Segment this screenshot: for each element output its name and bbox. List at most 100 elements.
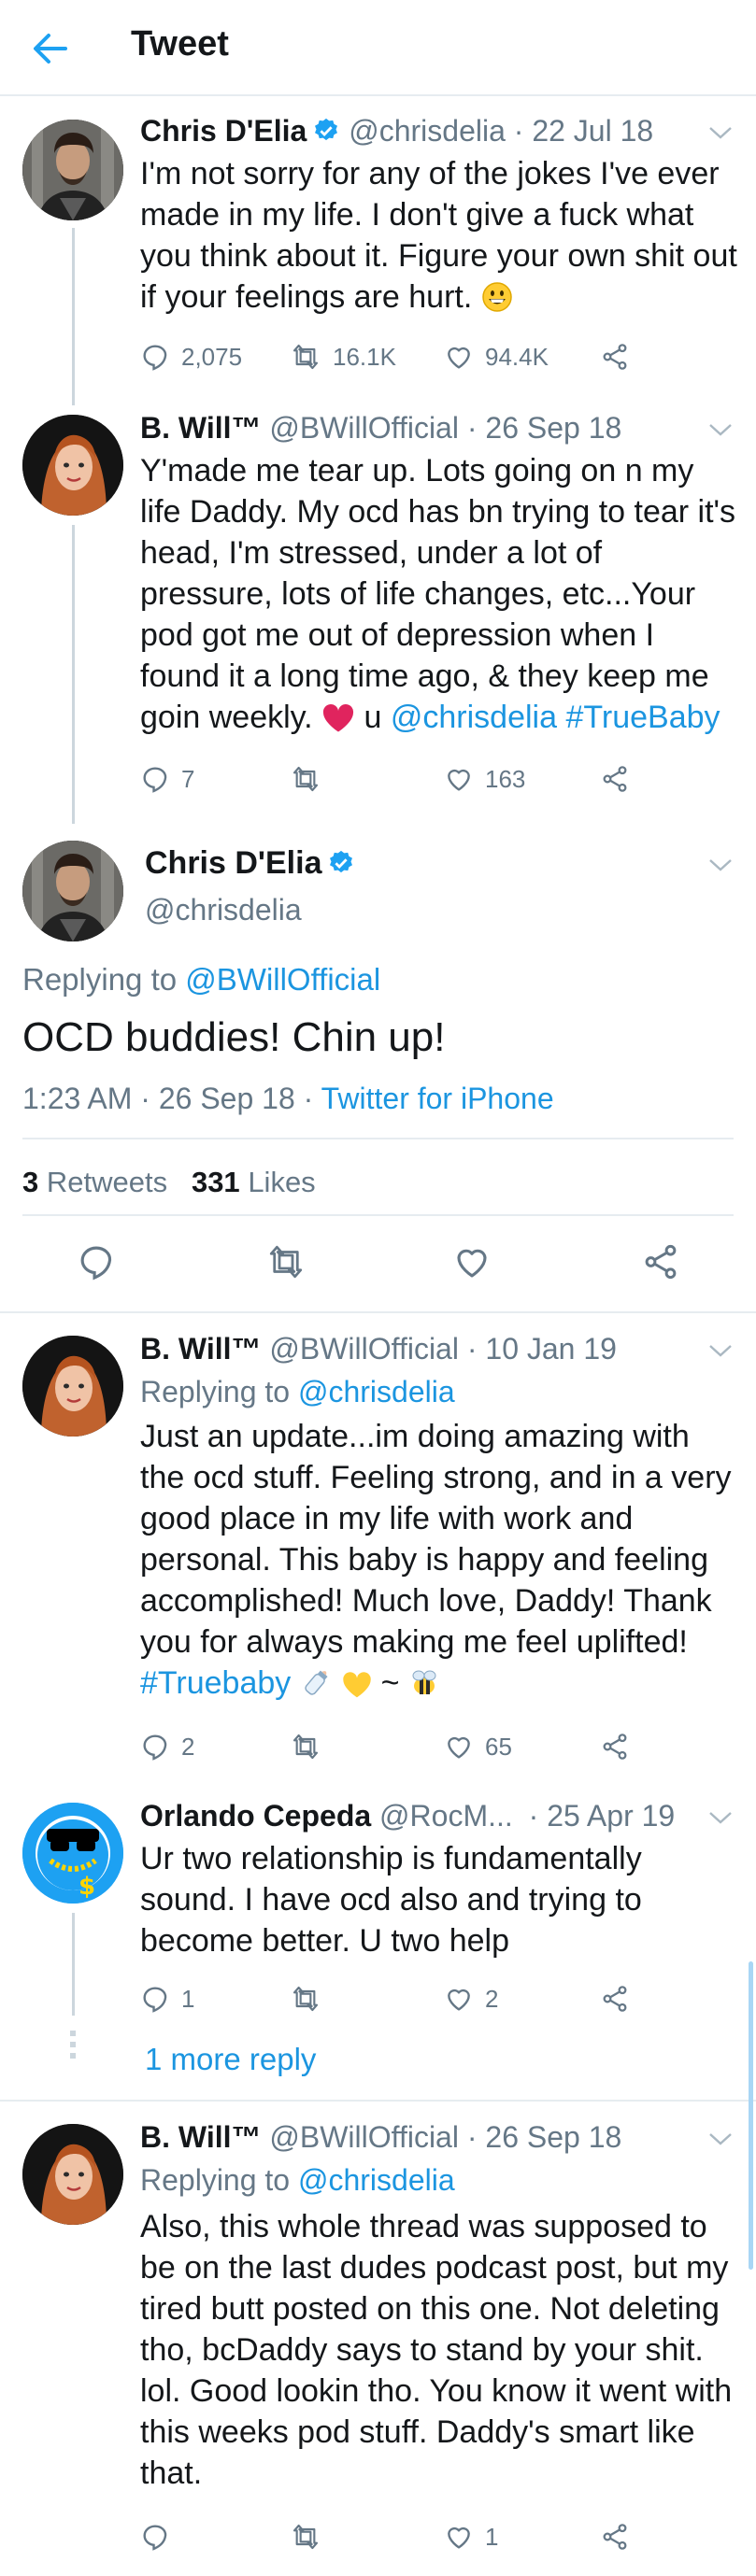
thread-line: [72, 228, 75, 405]
baby-bottle-emoji-icon: [305, 1670, 328, 1695]
chevron-down-icon[interactable]: [708, 2131, 733, 2146]
like-count: 2: [485, 1984, 499, 2013]
share-button[interactable]: [600, 1982, 630, 2016]
share-button[interactable]: [600, 340, 630, 374]
retweet-icon: [290, 1732, 321, 1762]
author-name[interactable]: Orlando Cepeda: [140, 1799, 371, 1833]
avatar[interactable]: [22, 415, 123, 516]
retweet-icon: [290, 2522, 321, 2552]
share-button[interactable]: [600, 1730, 630, 1763]
reply-button[interactable]: 7: [140, 762, 194, 796]
replying-to-link[interactable]: @BWillOfficial: [185, 962, 380, 997]
tweet-date: · 26 Sep 18: [466, 411, 622, 445]
replying-to-label: Replying to: [140, 2163, 291, 2197]
chevron-down-icon[interactable]: [708, 1343, 733, 1358]
reply-count: 2: [181, 1732, 195, 1761]
reply-icon[interactable]: [77, 1242, 116, 1281]
mention-link[interactable]: @chrisdelia: [391, 700, 557, 735]
tweet-text: Ur two relationship is fundamentally sou…: [140, 1841, 642, 1959]
likes-count: 331: [191, 1166, 240, 1198]
retweet-icon[interactable]: [265, 1242, 307, 1281]
avatar[interactable]: [22, 120, 123, 220]
like-button[interactable]: 163: [444, 762, 525, 796]
tweet-text: Just an update...im doing amazing with t…: [140, 1416, 738, 1704]
tweet-date: · 26 Sep 18: [466, 2120, 622, 2154]
author-handle[interactable]: @BWillOfficial: [269, 2120, 459, 2154]
page-title: Tweet: [131, 24, 229, 64]
author-name[interactable]: B. Will™: [140, 1332, 261, 1366]
avatar[interactable]: [22, 1336, 123, 1437]
yellow-heart-emoji-icon: [343, 1672, 371, 1698]
like-count: 163: [485, 764, 526, 793]
retweet-button[interactable]: [290, 762, 321, 796]
replying-to: Replying to @BWillOfficial: [22, 962, 380, 998]
tweet-header: B. Will™ @BWillOfficial · 10 Jan 19: [140, 1332, 617, 1366]
chevron-down-icon[interactable]: [708, 857, 733, 872]
share-icon: [600, 342, 630, 372]
avatar[interactable]: [22, 2124, 123, 2225]
author-name[interactable]: B. Will™: [140, 411, 261, 445]
author-handle[interactable]: @RocM...: [379, 1799, 513, 1833]
focused-tweet-actions: [0, 1242, 756, 1285]
focused-author-handle[interactable]: @chrisdelia: [145, 893, 302, 927]
retweet-icon: [290, 764, 321, 794]
like-button[interactable]: 2: [444, 1982, 498, 2016]
author-handle[interactable]: @BWillOfficial: [269, 1332, 459, 1366]
scrollbar[interactable]: [749, 1961, 753, 2270]
tweet-text-content: Y'made me tear up. Lots going on n my li…: [140, 453, 736, 735]
retweet-button[interactable]: [290, 1730, 321, 1763]
retweet-button[interactable]: [290, 1982, 321, 2016]
tweet-actions: 1: [140, 2520, 663, 2554]
reply-button[interactable]: 1: [140, 1982, 194, 2016]
verified-badge-icon: [327, 849, 355, 877]
reply-count: 1: [181, 1984, 195, 2013]
red-heart-emoji-icon: [322, 704, 354, 732]
avatar[interactable]: [22, 841, 123, 941]
tweet-header: Chris D'Elia @chrisdelia · 22 Jul 18: [140, 114, 653, 149]
tweet-actions: 2,075 16.1K 94.4K: [140, 340, 663, 374]
grinning-face-emoji-icon: [482, 282, 512, 312]
share-icon[interactable]: [641, 1242, 680, 1281]
reply-count: 7: [181, 764, 195, 793]
author-name[interactable]: B. Will™: [140, 2120, 261, 2154]
tweet-header: B. Will™ @BWillOfficial · 26 Sep 18: [140, 411, 621, 446]
chevron-down-icon[interactable]: [708, 422, 733, 437]
hashtag-link[interactable]: #TrueBaby: [565, 700, 720, 735]
divider: [0, 1311, 756, 1313]
share-button[interactable]: [600, 2520, 630, 2554]
like-button[interactable]: 65: [444, 1730, 512, 1763]
more-replies-link[interactable]: 1 more reply: [145, 2042, 316, 2077]
chevron-down-icon[interactable]: [708, 125, 733, 140]
retweet-button[interactable]: [290, 2520, 321, 2554]
retweet-button[interactable]: 16.1K: [290, 340, 396, 374]
like-button[interactable]: 1: [444, 2520, 498, 2554]
thread-dots: [70, 2031, 76, 2064]
likes-stat[interactable]: 331 Likes: [192, 1166, 316, 1198]
replying-to-link[interactable]: @chrisdelia: [298, 2163, 455, 2197]
share-button[interactable]: [600, 762, 630, 796]
author-handle[interactable]: @chrisdelia: [349, 114, 506, 148]
focused-author-name[interactable]: Chris D'Elia: [145, 845, 355, 882]
replying-to-link[interactable]: @chrisdelia: [298, 1375, 455, 1408]
author-handle[interactable]: @BWillOfficial: [269, 411, 459, 445]
focused-author-name-text: Chris D'Elia: [145, 845, 322, 881]
timestamp: 1:23 AM · 26 Sep 18 ·: [22, 1082, 314, 1115]
tweet-actions: 2 65: [140, 1730, 663, 1763]
back-arrow-icon[interactable]: [32, 32, 69, 65]
retweets-stat[interactable]: 3 Retweets: [22, 1166, 167, 1198]
source-link[interactable]: Twitter for iPhone: [321, 1082, 554, 1115]
reply-button[interactable]: [140, 2520, 170, 2554]
tweet-header: Orlando Cepeda @RocM... · 25 Apr 19: [140, 1799, 675, 1833]
tweet-text: Also, this whole thread was supposed to …: [140, 2209, 733, 2491]
like-icon[interactable]: [452, 1242, 492, 1281]
verified-badge-icon: [312, 117, 340, 145]
reply-button[interactable]: 2,075: [140, 340, 242, 374]
author-name[interactable]: Chris D'Elia: [140, 114, 307, 148]
avatar[interactable]: [22, 1803, 123, 1904]
chevron-down-icon[interactable]: [708, 1810, 733, 1825]
retweets-count: 3: [22, 1166, 39, 1198]
like-button[interactable]: 94.4K: [444, 340, 549, 374]
reply-button[interactable]: 2: [140, 1730, 194, 1763]
tweet-text-content: Just an update...im doing amazing with t…: [140, 1419, 732, 1660]
hashtag-link[interactable]: #Truebaby: [140, 1665, 291, 1701]
